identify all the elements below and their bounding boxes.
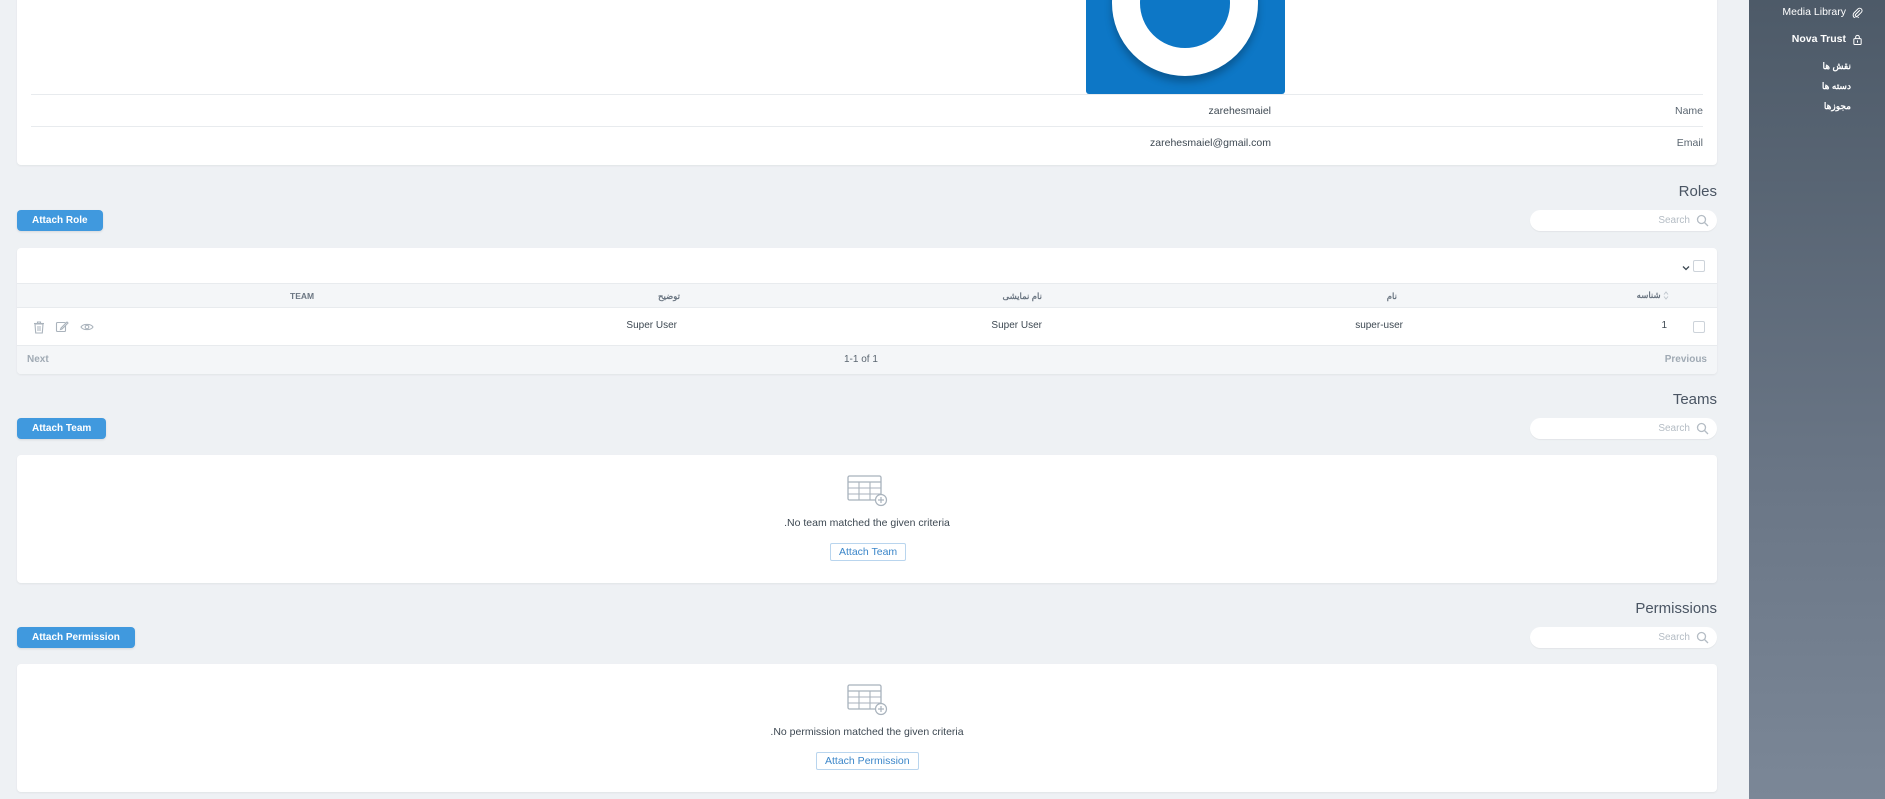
sidebar-item-groups[interactable]: دسته ها [1822,81,1851,92]
avatar-ring [1112,0,1258,76]
cell-name: super-user [1355,320,1403,331]
permissions-empty-text: No permission matched the given criteria… [770,726,964,738]
sidebar: Media Library Nova Trust نقش ها دسته ها … [1749,0,1885,799]
cell-display-name: Super User [991,320,1042,331]
cell-id: 1 [1661,320,1667,331]
permissions-empty-card: No permission matched the given criteria… [17,664,1717,792]
sort-icon [1663,291,1669,301]
search-input[interactable]: Search [1658,423,1690,434]
delete-icon[interactable] [32,320,46,334]
attach-permission-button[interactable]: Attach Permission [17,627,135,648]
lock-icon [1852,34,1863,45]
email-label: Email [1676,137,1703,149]
teams-search[interactable]: Search [1530,418,1717,439]
attach-team-empty-button[interactable]: Attach Team [830,543,907,561]
permissions-search[interactable]: Search [1530,627,1717,648]
edit-icon[interactable] [55,320,69,334]
search-input[interactable]: Search [1658,215,1690,226]
chevron-down-icon[interactable] [1681,260,1691,271]
column-header-display-name[interactable]: نام نمایشی [1003,291,1042,302]
name-value: zarehesmaiel [1208,105,1271,117]
select-all-checkbox[interactable] [1693,260,1705,272]
search-icon [1696,631,1709,644]
teams-empty-card: No team matched the given criteria. Atta… [17,455,1717,583]
attach-team-button[interactable]: Attach Team [17,418,107,439]
name-label: Name [1674,105,1703,117]
table-pagination: Previous 1-1 of 1 Next [17,346,1717,374]
email-value: zarehesmaiel@gmail.com [1150,137,1271,149]
empty-table-icon [847,475,889,507]
table-toolbar [17,248,1717,284]
roles-search[interactable]: Search [1530,210,1717,231]
sidebar-item-nova-trust[interactable]: Nova Trust [1792,33,1863,45]
column-header-description[interactable]: توضیح [658,291,680,302]
empty-table-icon [847,684,889,716]
permissions-title: Permissions [1635,600,1717,617]
table-header: شناسه نام نام نمایشی توضیح TEAM [17,284,1717,308]
cell-description: Super User [626,320,677,331]
teams-title: Teams [1672,391,1717,408]
search-input[interactable]: Search [1658,632,1690,643]
view-icon[interactable] [80,320,94,334]
detail-row-name: Name zarehesmaiel [31,94,1703,126]
paperclip-icon [1852,7,1863,18]
detail-row-email: Email zarehesmaiel@gmail.com [31,126,1703,158]
main-content: Name zarehesmaiel Email zarehesmaiel@gma… [17,0,1717,799]
column-header-id[interactable]: شناسه [1637,290,1669,301]
row-checkbox[interactable] [1693,321,1705,333]
attach-role-button[interactable]: Attach Role [17,210,103,231]
sidebar-item-label: Nova Trust [1791,33,1846,45]
avatar [1086,0,1285,94]
teams-empty-text: No team matched the given criteria. [784,517,950,529]
search-icon [1696,422,1709,435]
sidebar-item-label: Media Library [1782,6,1846,18]
search-icon [1696,214,1709,227]
sidebar-item-roles[interactable]: نقش ها [1822,61,1851,72]
table-row: 1 super-user Super User Super User [17,308,1717,346]
sidebar-item-permissions[interactable]: مجوزها [1824,101,1851,112]
attach-permission-empty-button[interactable]: Attach Permission [816,752,919,770]
user-detail-card: Name zarehesmaiel Email zarehesmaiel@gma… [17,0,1717,165]
column-header-name[interactable]: نام [1387,291,1397,302]
pagination-range: 1-1 of 1 [844,354,878,365]
next-button[interactable]: Next [27,354,49,365]
roles-table: شناسه نام نام نمایشی توضیح TEAM 1 super-… [17,248,1717,374]
roles-title: Roles [1678,183,1717,200]
column-header-team[interactable]: TEAM [290,291,314,301]
previous-button[interactable]: Previous [1665,354,1707,365]
sidebar-item-media-library[interactable]: Media Library [1782,6,1863,18]
